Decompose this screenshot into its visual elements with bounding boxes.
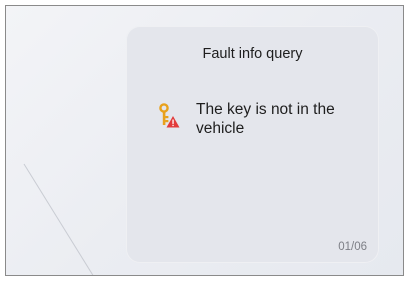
screen-frame: Fault info query The key is not in the v… bbox=[5, 5, 404, 276]
fault-message: The key is not in the vehicle bbox=[196, 101, 335, 137]
fault-item: The key is not in the vehicle bbox=[158, 100, 368, 146]
card-title: Fault info query bbox=[202, 46, 303, 62]
key-warning-icon bbox=[158, 103, 180, 129]
page-indicator: 01/06 bbox=[338, 241, 367, 253]
fault-info-card[interactable]: Fault info query The key is not in the v… bbox=[126, 26, 379, 263]
